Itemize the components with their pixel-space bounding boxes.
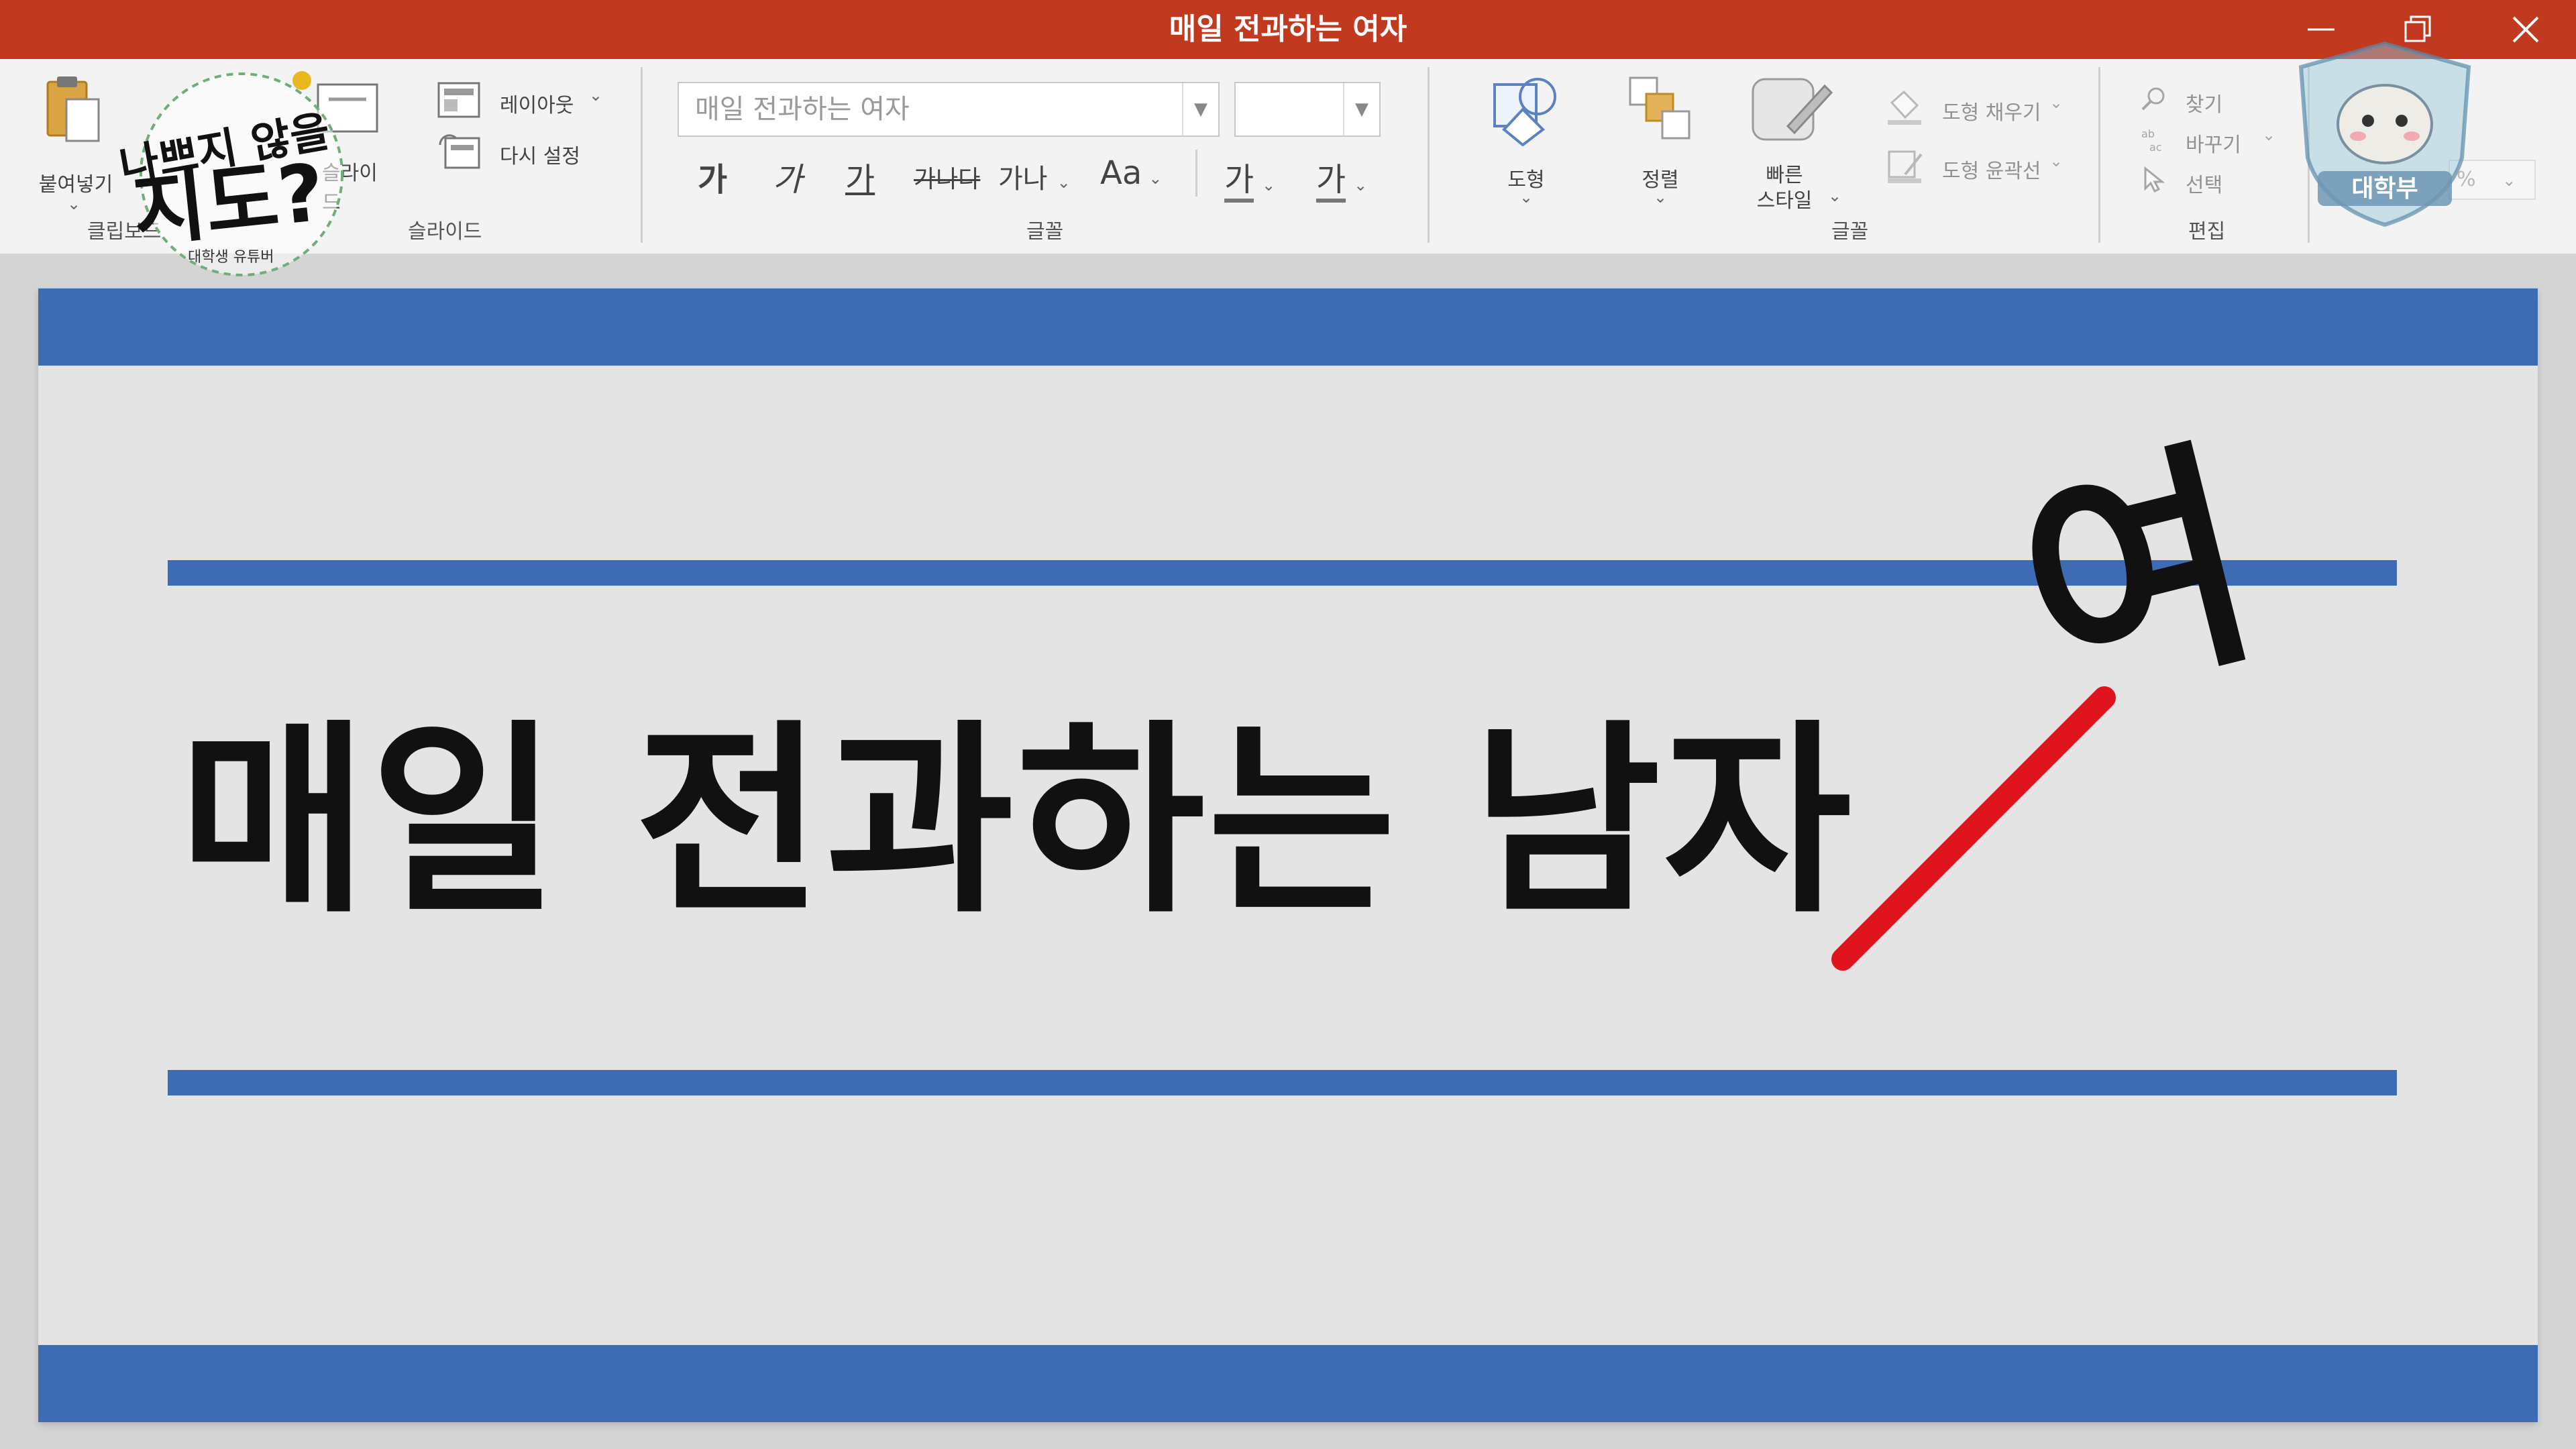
- find-button[interactable]: 찾기: [2140, 83, 2241, 117]
- close-icon: [2512, 16, 2539, 43]
- lower-rule: [168, 1070, 2397, 1095]
- paste-label: 붙여넣기: [38, 173, 113, 197]
- font-color-button[interactable]: 가 ⌄: [1316, 153, 1368, 203]
- struck-character: 남: [1472, 702, 1664, 941]
- bold-button[interactable]: 가: [698, 153, 727, 200]
- quick-styles-icon: [1752, 78, 1833, 141]
- shape-fill-dropdown-icon: ⌄: [2049, 93, 2063, 112]
- layout-dropdown-icon: ⌄: [589, 86, 603, 105]
- search-icon: [2141, 87, 2165, 111]
- cursor-arrow-icon: [2144, 166, 2165, 193]
- shape-outline-button[interactable]: 도형 윤곽선 ⌄: [1885, 148, 2073, 188]
- layout-icon: [437, 82, 480, 118]
- layout-label: 레이아웃: [500, 94, 574, 117]
- replace-dropdown-icon: ⌄: [2262, 125, 2276, 144]
- select-button[interactable]: 선택: [2140, 163, 2241, 197]
- char-spacing-button[interactable]: 가나 ⌄: [998, 157, 1071, 196]
- pen-outline-icon: [1888, 150, 1923, 183]
- paint-bucket-icon: [1888, 90, 1921, 125]
- font-name-dropdown-icon[interactable]: ▼: [1182, 83, 1218, 136]
- font-divider: [1195, 150, 1197, 197]
- svg-text:대학생 유튜버: 대학생 유튜버: [188, 249, 274, 266]
- quick-styles-label: 빠른 스타일: [1756, 164, 1813, 213]
- shapes-dropdown-icon: ⌄: [1519, 188, 1534, 207]
- svg-text:ac: ac: [2149, 141, 2162, 154]
- replace-button[interactable]: ab ac 바꾸기 ⌄: [2140, 123, 2288, 157]
- layout-button[interactable]: 레이아웃 ⌄: [436, 80, 617, 121]
- shape-outline-dropdown-icon: ⌄: [2049, 152, 2063, 170]
- font-color-dropdown-icon: ⌄: [1354, 176, 1368, 195]
- highlight-label: 가: [1224, 161, 1254, 203]
- title-bar: 매일 전과하는 여자: [0, 0, 2576, 59]
- change-case-button[interactable]: Aa ⌄: [1100, 154, 1162, 192]
- paste-dropdown-icon: ⌄: [67, 195, 81, 213]
- find-label: 찾기: [2186, 93, 2223, 117]
- headline-prefix: 매일 전과하는: [179, 702, 1472, 941]
- change-case-dropdown-icon: ⌄: [1148, 169, 1163, 188]
- slide-headline[interactable]: 매일 전과하는 남자: [179, 719, 2393, 924]
- clipboard-paste-icon: [46, 76, 100, 142]
- svg-text:ab: ab: [2141, 127, 2155, 140]
- font-size-combo[interactable]: ▼: [1234, 82, 1381, 137]
- reset-label: 다시 설정: [500, 145, 580, 168]
- ribbon-separator: [1428, 67, 1430, 243]
- shape-fill-label: 도형 채우기: [1942, 101, 2041, 125]
- shape-outline-label: 도형 윤곽선: [1942, 160, 2041, 183]
- reset-icon: [439, 134, 480, 169]
- font-group-label: 글꼴: [1026, 220, 1064, 244]
- char-spacing-label: 가나: [998, 164, 1048, 195]
- select-label: 선택: [2186, 174, 2223, 197]
- top-band: [38, 288, 2538, 366]
- quick-styles-dropdown-icon: ⌄: [1828, 186, 1842, 205]
- editing-group-label: 편집: [2188, 220, 2226, 244]
- replace-icon: ab ac: [2141, 127, 2162, 154]
- channel-logo-graphic: 나쁘지 않을 지도? 대학생 유튜버: [116, 71, 343, 276]
- reset-slide-button[interactable]: 다시 설정: [436, 131, 617, 172]
- font-color-label: 가: [1316, 161, 1346, 203]
- strikethrough-button[interactable]: 가나다: [914, 160, 980, 195]
- highlight-button[interactable]: 가 ⌄: [1224, 153, 1276, 203]
- drawing-group-label: 글꼴: [1831, 220, 1869, 244]
- slides-group-label: 슬라이드: [408, 220, 482, 244]
- correction-character: 여: [1996, 413, 2280, 740]
- font-name-combo[interactable]: 매일 전과하는 여자 ▼: [678, 82, 1220, 137]
- close-button[interactable]: [2482, 0, 2569, 59]
- arrange-button[interactable]: 정렬 ⌄: [1610, 72, 1711, 213]
- shapes-button[interactable]: 도형 ⌄: [1476, 72, 1576, 213]
- replace-label: 바꾸기: [2186, 133, 2241, 157]
- change-case-label: Aa: [1100, 154, 1142, 192]
- channel-logo: 나쁘지 않을 지도? 대학생 유튜버: [107, 60, 362, 282]
- ribbon: 붙여넣기 ⌄ 클립보드 슬라이드 레이아웃 ⌄ 다시 설정 슬라이드 매일 전과…: [0, 59, 2576, 255]
- underline-button[interactable]: 가: [845, 153, 875, 200]
- slide-canvas[interactable]: 매일 전과하는 남자 여: [38, 288, 2538, 1422]
- italic-button[interactable]: 가: [773, 153, 802, 200]
- bottom-band: [38, 1345, 2538, 1422]
- badge-shield-graphic: 대학부: [2298, 41, 2471, 227]
- shape-fill-button[interactable]: 도형 채우기 ⌄: [1885, 89, 2073, 129]
- ribbon-separator: [641, 67, 643, 243]
- char-spacing-dropdown-icon: ⌄: [1057, 173, 1071, 192]
- quick-styles-button[interactable]: 빠른 스타일 ⌄: [1734, 72, 1848, 227]
- arrange-icon: [1629, 76, 1690, 140]
- badge-label: 대학부: [2351, 175, 2418, 203]
- highlight-dropdown-icon: ⌄: [1262, 176, 1276, 195]
- shapes-icon: [1493, 78, 1556, 146]
- paste-button[interactable]: 붙여넣기 ⌄: [37, 72, 113, 213]
- window-title: 매일 전과하는 여자: [1169, 12, 1407, 46]
- arrange-dropdown-icon: ⌄: [1654, 188, 1668, 207]
- university-badge: 대학부: [2288, 37, 2482, 231]
- ribbon-separator: [2098, 67, 2100, 243]
- font-size-dropdown-icon[interactable]: ▼: [1343, 83, 1379, 136]
- zoom-dropdown-icon: ⌄: [2502, 171, 2516, 190]
- font-name-value: 매일 전과하는 여자: [695, 94, 910, 125]
- headline-last-char: 자: [1663, 702, 1855, 941]
